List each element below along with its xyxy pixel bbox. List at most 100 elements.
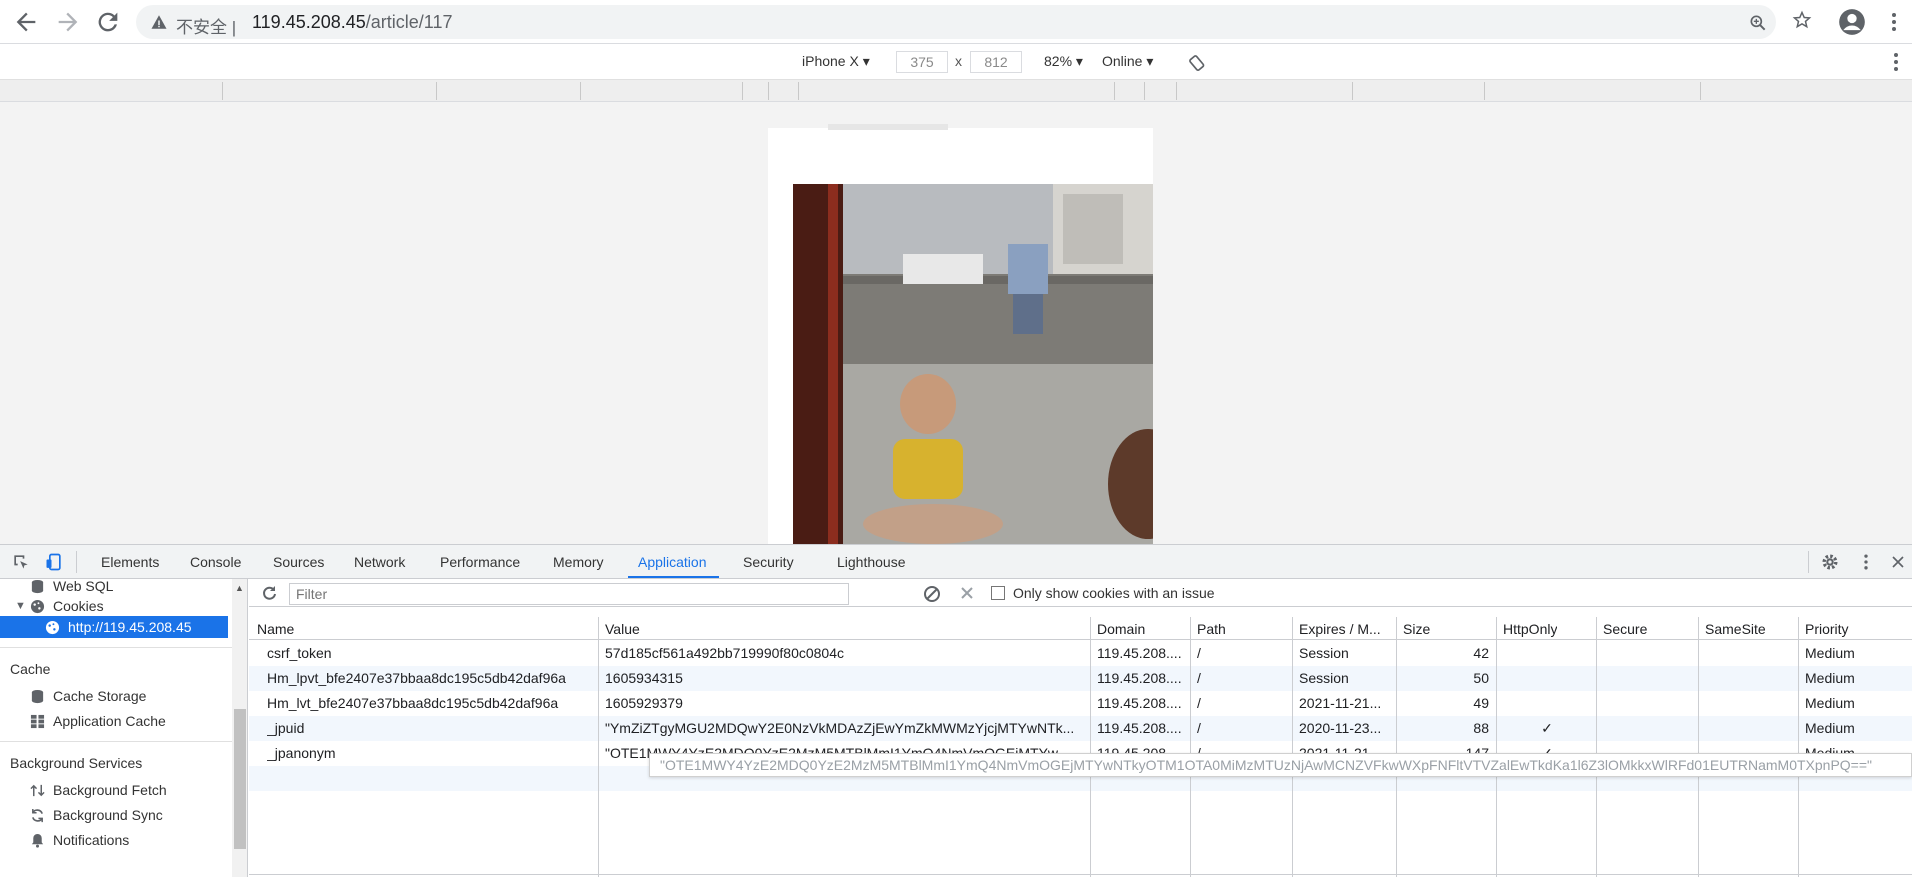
- zoom-select[interactable]: 82% ▾: [1044, 53, 1083, 70]
- col-header-httponly[interactable]: HttpOnly: [1503, 621, 1557, 637]
- cell-expires: Session: [1299, 645, 1349, 661]
- tab-sources[interactable]: Sources: [273, 554, 324, 570]
- col-header-size[interactable]: Size: [1403, 621, 1430, 637]
- cell-value: "YmZiZTgyMGU2MDQwY2E0NzVkMDAzZjEwYmZkMWM…: [605, 720, 1075, 736]
- reload-icon[interactable]: [94, 8, 122, 36]
- article-video-frame[interactable]: [793, 184, 1153, 544]
- devtools-menu-icon[interactable]: [1856, 552, 1876, 572]
- settings-gear-icon[interactable]: [1820, 552, 1840, 572]
- col-header-expires[interactable]: Expires / M...: [1299, 621, 1381, 637]
- cell-domain: 119.45.208....: [1097, 720, 1182, 736]
- star-icon[interactable]: [1792, 10, 1812, 30]
- sidebar-item-notifications[interactable]: Notifications: [0, 829, 232, 851]
- only-issues-checkbox[interactable]: [991, 586, 1005, 600]
- sidebar-item-background-sync[interactable]: Background Sync: [0, 804, 232, 826]
- sidebar-item-cookie-origin[interactable]: http://119.45.208.45: [0, 616, 228, 638]
- sync-icon: [32, 808, 43, 823]
- device-toolbar: iPhone X ▾ 375 x 812 82% ▾ Online ▾: [0, 44, 1912, 80]
- sidebar-scrollbar[interactable]: ▲: [232, 579, 247, 877]
- cookies-table: Name Value Domain Path Expires / M... Si…: [249, 617, 1912, 877]
- col-header-path[interactable]: Path: [1197, 621, 1226, 637]
- profile-avatar-icon[interactable]: [1838, 8, 1866, 36]
- clear-all-cookies-icon[interactable]: [923, 585, 941, 603]
- bell-icon: [31, 833, 44, 848]
- col-header-secure[interactable]: Secure: [1603, 621, 1647, 637]
- device-height-input[interactable]: 812: [970, 51, 1022, 73]
- devtools-panel: Elements Console Sources Network Perform…: [0, 544, 1912, 877]
- sidebar-section-cache: Cache: [10, 661, 51, 677]
- tab-console[interactable]: Console: [190, 554, 241, 570]
- browser-menu-icon[interactable]: [1884, 10, 1904, 34]
- expand-triangle-icon[interactable]: ▼: [15, 595, 26, 617]
- cell-value: 1605929379: [605, 695, 683, 711]
- cell-path: /: [1197, 720, 1201, 736]
- cell-value: 1605934315: [605, 670, 683, 686]
- forward-icon[interactable]: [54, 8, 82, 36]
- device-menu-icon[interactable]: [1886, 50, 1906, 74]
- inspect-element-icon[interactable]: [11, 552, 31, 572]
- tab-application[interactable]: Application: [628, 554, 718, 578]
- cookie-toolbar: Only show cookies with an issue: [249, 579, 1912, 607]
- refresh-icon[interactable]: [261, 585, 277, 601]
- cookie-value-tooltip: "OTE1MWY4YzE2MDQ0YzE2MzM5MTBlMmI1YmQ4NmV…: [649, 753, 1912, 777]
- tab-lighthouse[interactable]: Lighthouse: [837, 554, 906, 570]
- url-text[interactable]: 119.45.208.45/article/117: [252, 12, 453, 33]
- zoom-icon[interactable]: [1748, 13, 1768, 33]
- dimension-separator: x: [955, 53, 962, 69]
- col-header-name[interactable]: Name: [257, 621, 294, 637]
- cell-path: /: [1197, 695, 1201, 711]
- table-row[interactable]: Hm_lpvt_bfe2407e37bbaa8dc195c5db42daf96a…: [249, 666, 1912, 691]
- cell-size: 88: [1473, 720, 1489, 736]
- warning-icon: [151, 15, 167, 29]
- cell-path: /: [1197, 670, 1201, 686]
- cell-priority: Medium: [1805, 695, 1855, 711]
- device-width-input[interactable]: 375: [896, 51, 948, 73]
- page-text-fragment: [828, 124, 948, 130]
- device-select[interactable]: iPhone X ▾: [802, 53, 870, 70]
- delete-selected-icon[interactable]: [959, 585, 975, 601]
- cookie-filter-input[interactable]: [289, 583, 849, 605]
- throttle-select[interactable]: Online ▾: [1102, 53, 1153, 70]
- tab-memory[interactable]: Memory: [553, 554, 604, 570]
- cell-priority: Medium: [1805, 670, 1855, 686]
- cell-domain: 119.45.208....: [1097, 670, 1182, 686]
- tab-network[interactable]: Network: [354, 554, 405, 570]
- tab-performance[interactable]: Performance: [440, 554, 520, 570]
- sidebar-scrollbar-thumb[interactable]: [234, 709, 246, 849]
- col-header-domain[interactable]: Domain: [1097, 621, 1145, 637]
- col-header-samesite[interactable]: SameSite: [1705, 621, 1766, 637]
- cell-expires: 2021-11-21...: [1299, 695, 1382, 711]
- sidebar-item-background-fetch[interactable]: Background Fetch: [0, 779, 232, 801]
- table-row[interactable]: Hm_lvt_bfe2407e37bbaa8dc195c5db42daf96a 1…: [249, 691, 1912, 716]
- sidebar-item-cookies[interactable]: ▼ Cookies: [0, 595, 232, 617]
- sidebar-item-cache-storage[interactable]: Cache Storage: [0, 685, 232, 707]
- rotate-icon[interactable]: [1188, 52, 1208, 72]
- back-icon[interactable]: [12, 8, 40, 36]
- tab-elements[interactable]: Elements: [101, 554, 159, 570]
- tab-security[interactable]: Security: [743, 554, 794, 570]
- table-row[interactable]: csrf_token 57d185cf561a492bb719990f80c080…: [249, 641, 1912, 666]
- media-query-bar[interactable]: [0, 80, 1912, 102]
- scroll-up-arrow-icon[interactable]: ▲: [235, 583, 244, 593]
- table-row[interactable]: _jpuid "YmZiZTgyMGU2MDQwY2E0NzVkMDAzZjEwY…: [249, 716, 1912, 741]
- cookie-icon: [30, 599, 45, 614]
- cell-name: _jpuid: [267, 720, 305, 736]
- cell-domain: 119.45.208....: [1097, 645, 1182, 661]
- address-bar[interactable]: 不安全 | 119.45.208.45/article/117: [136, 5, 1776, 39]
- cell-expires: 2020-11-23...: [1299, 720, 1382, 736]
- cell-size: 42: [1473, 645, 1489, 661]
- device-toggle-icon[interactable]: [44, 552, 64, 572]
- cell-name: Hm_lvt_bfe2407e37bbaa8dc195c5db42daf96a: [267, 695, 559, 711]
- cell-name: csrf_token: [267, 645, 332, 661]
- close-devtools-icon[interactable]: [1888, 552, 1908, 572]
- browser-toolbar: 不安全 | 119.45.208.45/article/117: [0, 0, 1912, 44]
- cookie-icon: [45, 620, 60, 635]
- col-header-priority[interactable]: Priority: [1805, 621, 1849, 637]
- emulated-device-screen: [768, 124, 1153, 544]
- cell-name: _jpanonym: [267, 745, 336, 761]
- col-header-value[interactable]: Value: [605, 621, 640, 637]
- sidebar-item-application-cache[interactable]: Application Cache: [0, 710, 232, 732]
- cell-path: /: [1197, 645, 1201, 661]
- cell-size: 49: [1473, 695, 1489, 711]
- security-label: 不安全 |: [176, 18, 237, 37]
